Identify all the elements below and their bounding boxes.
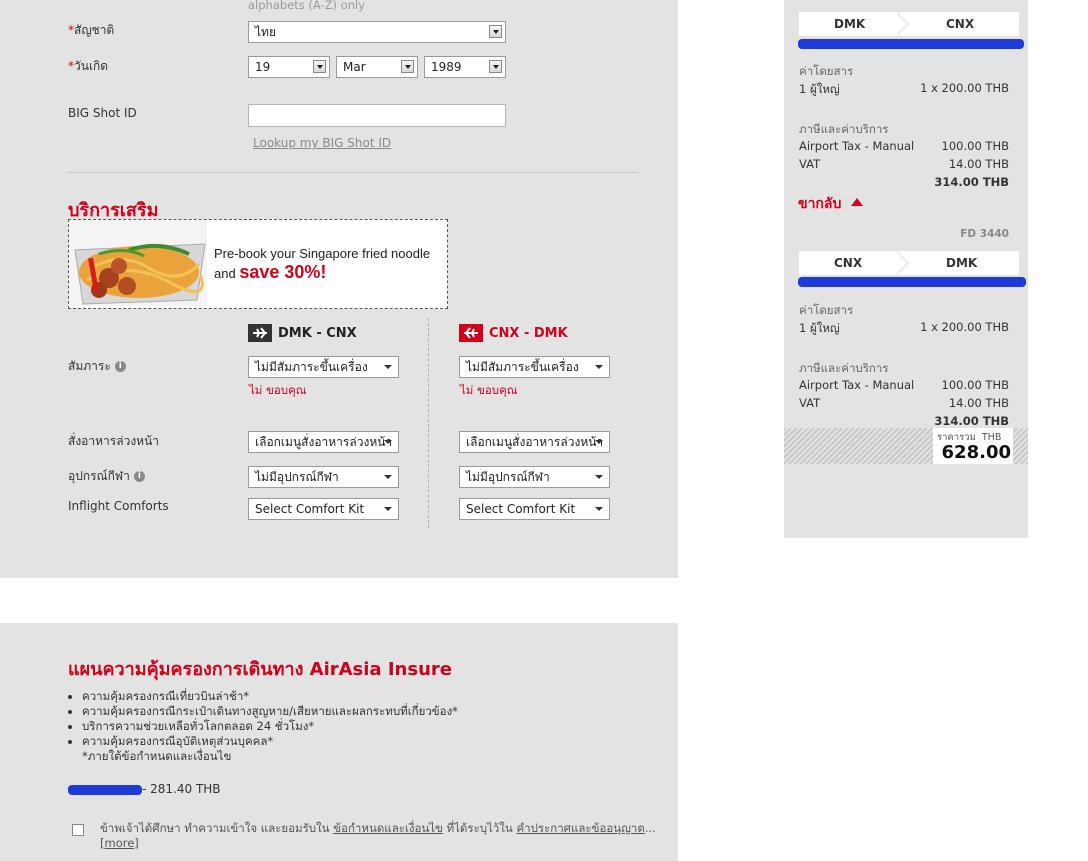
return-plane-icon xyxy=(459,324,483,342)
flight-number: FD 3440 xyxy=(960,228,1009,240)
tax-label: ภาษีและค่าบริการ xyxy=(799,361,889,375)
dropdown-icon xyxy=(384,440,392,444)
caret-up-icon xyxy=(851,198,864,206)
return-comfort-select[interactable]: Select Comfort Kit xyxy=(459,498,610,520)
bigshot-input[interactable] xyxy=(248,104,506,127)
return-baggage-select[interactable]: ไม่มีสัมภาระขึ้นเครื่อง xyxy=(459,356,610,378)
dob-day-select[interactable]: 19 xyxy=(248,56,330,78)
outbound-meal-select[interactable]: เลือกเมนูสั่งอาหารล่วงหน้า xyxy=(248,431,399,453)
info-icon: i xyxy=(114,361,126,372)
redaction-scribble xyxy=(798,277,1026,287)
insure-benefits: ความคุ้มครองกรณีเที่ยวบินล่าช้า* ความคุ้… xyxy=(68,689,628,764)
outbound-baggage-select[interactable]: ไม่มีสัมภาระขึ้นเครื่อง xyxy=(248,356,399,378)
dropdown-icon xyxy=(401,60,414,73)
total-value: 628.00 xyxy=(941,442,1011,463)
total-bar: ราคารวม THB 628.00 xyxy=(784,428,1028,464)
outbound-baggage-note: ไม่ ขอบคุณ xyxy=(249,383,307,397)
insure-price: - 281.40 THB xyxy=(142,782,221,796)
baggage-label: สัมภาระ i xyxy=(68,357,126,376)
dob-year-select[interactable]: 1989 xyxy=(424,56,506,78)
agree-checkbox[interactable] xyxy=(72,824,84,836)
dropdown-icon xyxy=(489,60,502,73)
promo-text: Pre-book your Singapore fried noodle xyxy=(214,246,431,261)
comfort-label: Inflight Comforts xyxy=(68,499,169,513)
redaction-scribble xyxy=(798,39,1024,49)
outbound-route: DMK - CNX xyxy=(278,326,357,341)
booking-summary-panel: DMK CNX ค่าโดยสาร 1 ผู้ใหญ่ 1 x 200.00 TH… xyxy=(784,0,1028,538)
column-divider xyxy=(428,318,429,528)
benefit-item: ความคุ้มครองกรณีอุบัติเหตุส่วนบุคคล* xyxy=(82,734,628,749)
dropdown-icon xyxy=(384,507,392,511)
dropdown-icon xyxy=(313,60,326,73)
alphabets-note: alphabets (A-Z) only xyxy=(248,0,366,12)
insurance-panel: แผนความคุ้มครองการเดินทาง AirAsia Insure… xyxy=(0,623,678,861)
return-meal-select[interactable]: เลือกเมนูสั่งอาหารล่วงหน้า xyxy=(459,431,610,453)
tax-label: ภาษีและค่าบริการ xyxy=(799,122,889,136)
nationality-label: *สัญชาติ xyxy=(68,23,115,37)
dropdown-icon xyxy=(595,440,603,444)
agree-text: ข้าพเจ้าได้ศึกษา ทำความเข้าใจ และยอมรับใ… xyxy=(100,821,656,850)
dob-label: *วันเกิด xyxy=(68,59,109,73)
insure-title: แผนความคุ้มครองการเดินทาง AirAsia Insure xyxy=(68,659,452,680)
bigshot-lookup-link[interactable]: Lookup my BIG Shot ID xyxy=(253,136,391,150)
promo-and: and save 30%! xyxy=(214,262,327,282)
bigshot-label: BIG Shot ID xyxy=(68,106,137,120)
return-baggage-note: ไม่ ขอบคุณ xyxy=(460,383,518,397)
info-icon: i xyxy=(133,471,145,482)
return-toggle[interactable]: ขากลับ xyxy=(798,193,864,215)
benefit-item: ความคุ้มครองกรณีเที่ยวบินล่าช้า* xyxy=(82,689,628,704)
dropdown-icon xyxy=(384,365,392,369)
return-route-bar: CNX DMK xyxy=(799,251,1019,275)
vat-row: VAT 14.00 THB xyxy=(799,157,1009,171)
outbound-comfort-select[interactable]: Select Comfort Kit xyxy=(248,498,399,520)
dropdown-icon xyxy=(384,475,392,479)
airport-tax-row: Airport Tax - Manual 100.00 THB xyxy=(799,139,1009,153)
vat-row: VAT 14.00 THB xyxy=(799,396,1009,410)
dropdown-icon xyxy=(595,475,603,479)
fare-row: 1 ผู้ใหญ่ 1 x 200.00 THB xyxy=(799,320,1009,335)
dropdown-icon xyxy=(595,507,603,511)
benefit-item: ความคุ้มครองกรณีกระเป๋าเดินทางสูญหาย/เสี… xyxy=(82,704,628,719)
redaction-scribble xyxy=(68,785,142,795)
dropdown-icon xyxy=(595,365,603,369)
fried-noodle-image xyxy=(69,220,207,306)
dob-month-select[interactable]: Mar xyxy=(336,56,418,78)
dropdown-icon xyxy=(489,25,502,38)
fare-label: ค่าโดยสาร xyxy=(799,303,854,317)
meal-label: สั่งอาหารล่วงหน้า xyxy=(68,434,160,448)
declaration-link[interactable]: คำประกาศและข้ออนุญาต xyxy=(516,821,644,835)
outbound-plane-icon xyxy=(248,324,272,342)
section-divider xyxy=(68,172,638,173)
fare-row: 1 ผู้ใหญ่ 1 x 200.00 THB xyxy=(799,81,1009,96)
outbound-route-bar: DMK CNX xyxy=(799,12,1019,36)
total-box: ราคารวม THB 628.00 xyxy=(933,428,1013,464)
sports-label: อุปกรณ์กีฬา i xyxy=(68,467,145,486)
passenger-form-panel: alphabets (A-Z) only *สัญชาติ ไทย *วันเก… xyxy=(0,0,678,578)
meal-promo-banner[interactable]: Pre-book your Singapore fried noodle and… xyxy=(68,219,448,309)
airport-tax-row: Airport Tax - Manual 100.00 THB xyxy=(799,378,1009,392)
nationality-select[interactable]: ไทย xyxy=(248,21,506,43)
more-link[interactable]: [more] xyxy=(100,836,139,850)
insure-footnote: *ภายใต้ข้อกำหนดและเงื่อนไข xyxy=(82,749,232,763)
fare-label: ค่าโดยสาร xyxy=(799,64,854,78)
terms-link[interactable]: ข้อกำหนดและเงื่อนไข xyxy=(333,821,443,835)
return-route: CNX - DMK xyxy=(489,326,568,341)
promo-save: save 30%! xyxy=(239,262,327,282)
return-sports-select[interactable]: ไม่มีอุปกรณ์กีฬา xyxy=(459,466,610,488)
benefit-item: บริการความช่วยเหลือทั่วโลกตลอด 24 ชั่วโม… xyxy=(82,719,628,734)
outbound-sports-select[interactable]: ไม่มีอุปกรณ์กีฬา xyxy=(248,466,399,488)
